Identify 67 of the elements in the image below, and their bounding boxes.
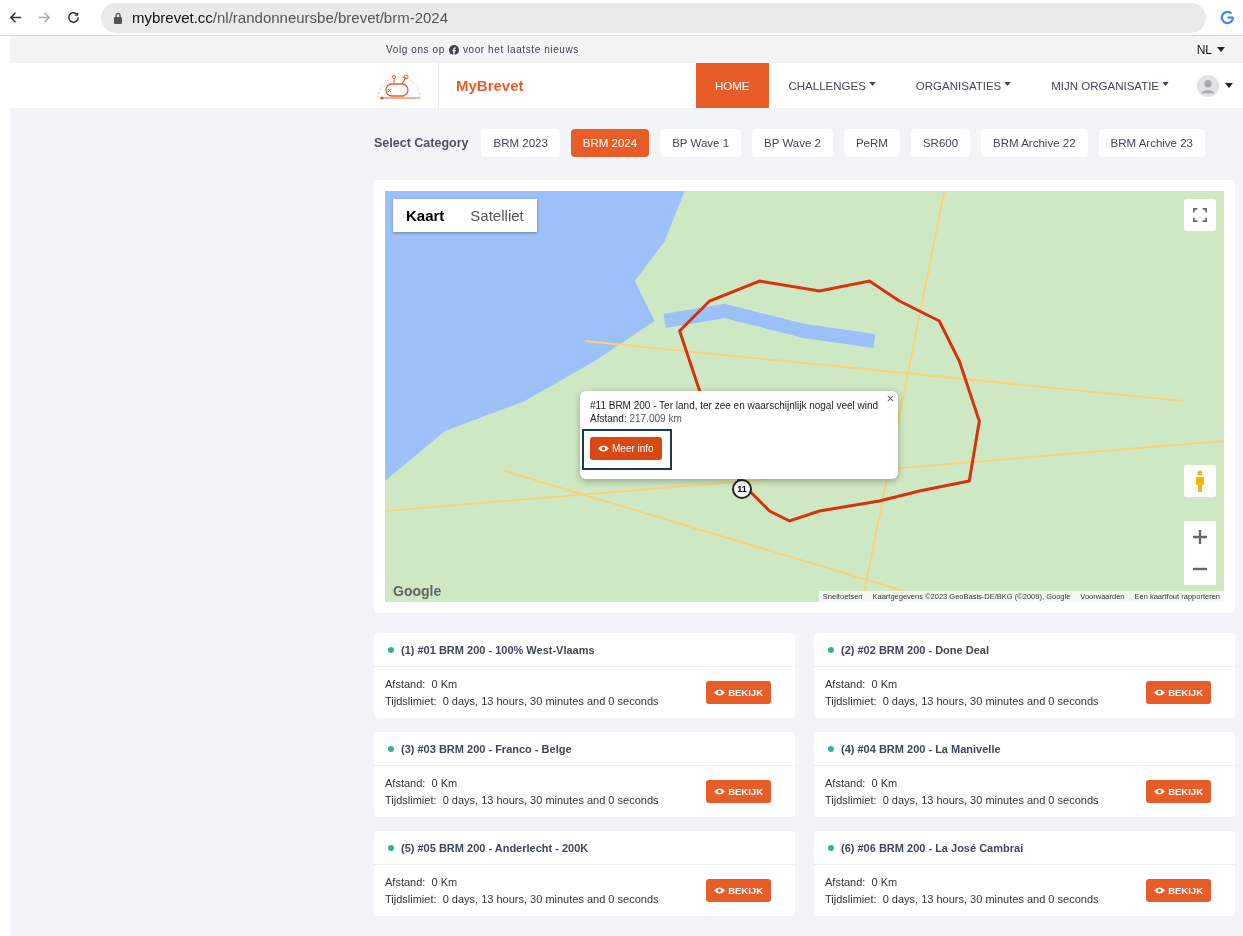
distance-text: Afstand: 0 Km — [385, 775, 459, 791]
caret-icon — [1217, 47, 1225, 52]
fullscreen-button[interactable] — [1184, 199, 1216, 231]
back-arrow-icon[interactable] — [8, 10, 23, 25]
follow-text: Volg ons op — [386, 44, 445, 55]
map-type-button[interactable]: Kaart — [393, 199, 458, 232]
follow-text: voor het laatste nieuws — [462, 44, 579, 55]
category-label: Select Category — [374, 136, 469, 150]
time-limit-text: Tijdslimiet: 0 days, 13 hours, 30 minutes and 0 seconds — [385, 693, 660, 709]
time-limit-text: Tijdslimiet: 0 days, 13 hours, 30 minutes and 0 seconds — [385, 792, 660, 808]
popup-distance: Afstand: 217.009 km — [590, 413, 683, 425]
category-button[interactable]: BP Wave 1 — [660, 129, 742, 157]
view-button[interactable]: BEKIJK — [1146, 681, 1211, 704]
eye-icon — [598, 445, 609, 452]
distance-text: Afstand: 0 Km — [825, 676, 899, 692]
category-button[interactable]: BP Wave 2 — [752, 129, 833, 157]
nav-link[interactable]: MIJN ORGANISATIE — [1031, 63, 1190, 108]
map-type-button[interactable]: Satelliet — [457, 199, 537, 232]
view-button[interactable]: BEKIJK — [706, 681, 771, 704]
event-title: (3) #03 BRM 200 - Franco - Belge — [401, 742, 572, 755]
eye-icon — [1154, 689, 1166, 696]
eye-icon — [1154, 887, 1166, 894]
caret-icon[interactable] — [1225, 83, 1233, 88]
plus-icon — [1193, 530, 1207, 544]
address-bar[interactable]: mybrevet.cc/nl/randonneursbe/brevet/brm-2024 — [101, 2, 1206, 33]
nav-link[interactable]: ORGANISATIES — [895, 63, 1032, 108]
eye-icon — [714, 887, 726, 894]
category-button[interactable]: SR600 — [910, 129, 971, 157]
category-button[interactable]: BRM Archive 22 — [981, 129, 1088, 157]
person-icon — [1194, 470, 1206, 492]
eye-icon — [714, 788, 726, 795]
event-title: (4) #04 BRM 200 - La Manivelle — [841, 742, 1001, 755]
distance-text: Afstand: 0 Km — [385, 874, 459, 890]
nav-link[interactable]: CHALLENGES — [768, 63, 896, 108]
eye-icon — [714, 689, 726, 696]
reload-icon[interactable] — [66, 10, 81, 25]
url-text: mybrevet.cc/nl/randonneursbe/brevet/brm-2024 — [132, 9, 448, 26]
time-limit-text: Tijdslimiet: 0 days, 13 hours, 30 minutes and 0 seconds — [825, 792, 1100, 808]
more-info-button[interactable]: Meer info — [590, 437, 662, 460]
eye-icon — [1154, 788, 1166, 795]
view-button[interactable]: BEKIJK — [1146, 780, 1211, 803]
category-button[interactable]: BRM 2023 — [481, 129, 560, 157]
view-button[interactable]: BEKIJK — [1146, 879, 1211, 902]
event-title: (5) #05 BRM 200 - Anderlecht - 200K — [401, 841, 589, 854]
event-title: (6) #06 BRM 200 - La José Cambrai — [841, 841, 1024, 854]
close-icon[interactable] — [887, 395, 894, 402]
time-limit-text: Tijdslimiet: 0 days, 13 hours, 30 minutes and 0 seconds — [825, 693, 1100, 709]
event-title: (1) #01 BRM 200 - 100% West-Vlaams — [401, 643, 595, 656]
event-title: (2) #02 BRM 200 - Done Deal — [841, 643, 989, 656]
time-limit-text: Tijdslimiet: 0 days, 13 hours, 30 minutes and 0 seconds — [385, 891, 660, 907]
facebook-icon[interactable] — [448, 44, 459, 55]
g-logo-icon[interactable] — [1220, 10, 1235, 25]
view-button[interactable]: BEKIJK — [706, 780, 771, 803]
popup-title: #11 BRM 200 - Ter land, ter zee en waarschijnlijk nogal veel wind — [590, 400, 880, 412]
time-limit-text: Tijdslimiet: 0 days, 13 hours, 30 minutes and 0 seconds — [825, 891, 1100, 907]
map-logo: Google — [393, 583, 442, 599]
fullscreen-icon — [1193, 208, 1207, 222]
category-button[interactable]: BRM Archive 23 — [1098, 129, 1205, 157]
category-button[interactable]: PeRM — [843, 129, 900, 157]
language-dropdown[interactable]: NL — [1196, 42, 1225, 57]
category-button[interactable]: BRM 2024 — [570, 129, 650, 157]
nav-link[interactable]: HOME — [696, 63, 769, 108]
distance-text: Afstand: 0 Km — [385, 676, 459, 692]
view-button[interactable]: BEKIJK — [706, 879, 771, 902]
distance-text: Afstand: 0 Km — [825, 874, 899, 890]
lock-icon — [113, 11, 123, 24]
distance-text: Afstand: 0 Km — [825, 775, 899, 791]
